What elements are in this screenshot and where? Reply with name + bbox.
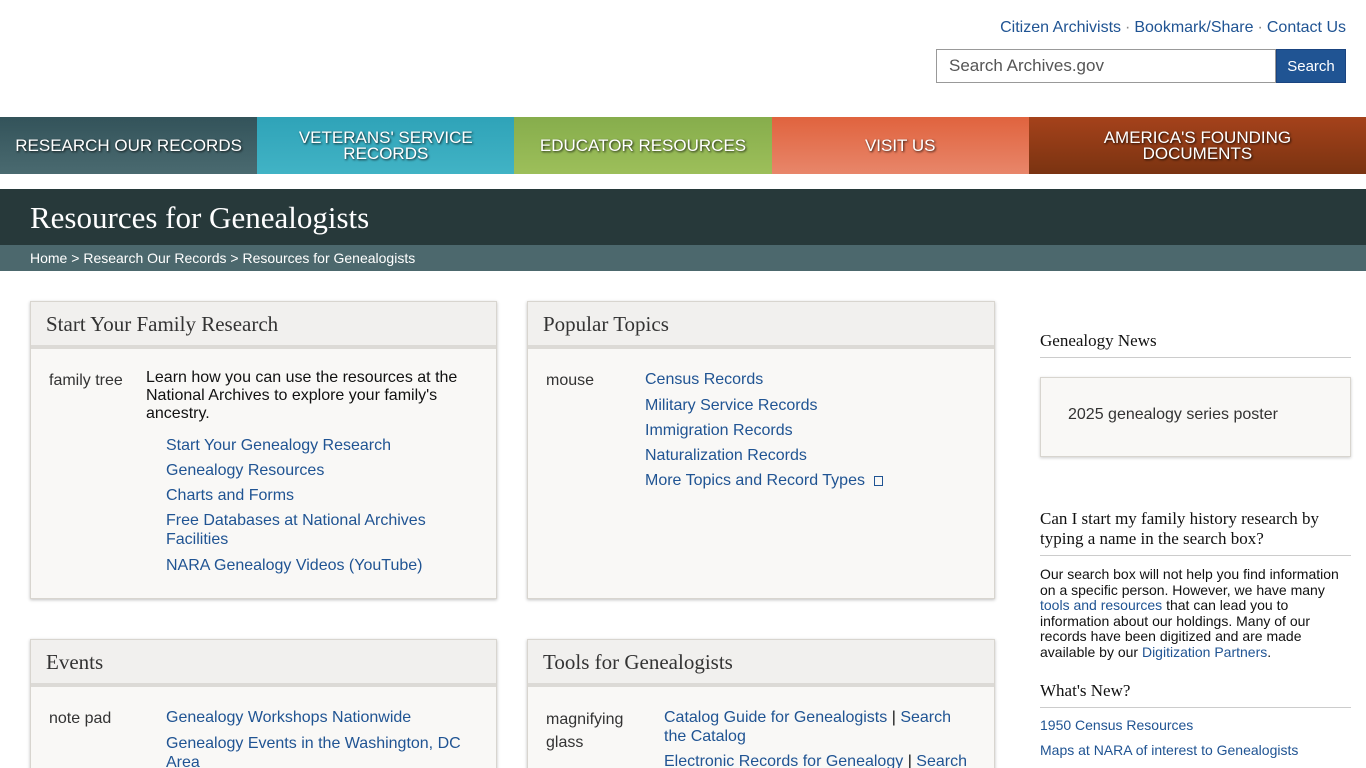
events-panel: Events note pad Genealogy Workshops Nati… (30, 639, 497, 768)
census-records-link[interactable]: Census Records (645, 370, 763, 389)
faq-text-part: Our search box will not help you find in… (1040, 566, 1339, 598)
faq-text-part: . (1267, 643, 1272, 660)
catalog-guide-link[interactable]: Catalog Guide for Genealogists (664, 709, 887, 726)
family-research-panel: Start Your Family Research family tree L… (30, 301, 497, 599)
family-tree-image: family tree (49, 372, 123, 389)
breadcrumb-current: Resources for Genealogists (242, 250, 416, 266)
genealogy-resources-link[interactable]: Genealogy Resources (166, 461, 324, 480)
more-topics-label: More Topics and Record Types (645, 472, 865, 489)
pipe-separator: | (891, 709, 896, 726)
utility-separator: · (1257, 19, 1263, 36)
site-search: Search (936, 49, 1346, 83)
page-title: Resources for Genealogists (30, 200, 370, 235)
breadcrumb: Home > Research Our Records > Resources … (0, 245, 1366, 271)
poster-box[interactable]: 2025 genealogy series poster (1040, 377, 1351, 457)
family-intro-text: Learn how you can use the resources at t… (146, 369, 458, 422)
breadcrumb-separator: > (230, 250, 239, 266)
electronic-records-link[interactable]: Electronic Records for Genealogy (664, 753, 903, 768)
breadcrumb-research[interactable]: Research Our Records (83, 250, 226, 266)
magnifying-glass-image: magnifying glass (546, 711, 624, 751)
immigration-records-link[interactable]: Immigration Records (645, 421, 793, 440)
genealogy-news-heading: Genealogy News (1040, 331, 1351, 358)
search-button[interactable]: Search (1276, 49, 1346, 83)
breadcrumb-home[interactable]: Home (30, 250, 67, 266)
maps-at-nara-link[interactable]: Maps at NARA of interest to Genealogists (1040, 742, 1298, 758)
genealogy-poster-image: 2025 genealogy series poster (1068, 406, 1278, 423)
contact-us-link[interactable]: Contact Us (1267, 19, 1346, 36)
genealogy-workshops-link[interactable]: Genealogy Workshops Nationwide (166, 708, 411, 727)
search-link[interactable]: Search (916, 753, 967, 768)
whats-new-heading: What's New? (1040, 681, 1351, 708)
citizen-archivists-link[interactable]: Citizen Archivists (1000, 19, 1121, 36)
bookmark-share-link[interactable]: Bookmark/Share (1134, 19, 1253, 36)
main-nav: RESEARCH OUR RECORDS VETERANS' SERVICE R… (0, 117, 1366, 174)
panel-title: Tools for Genealogists (528, 640, 994, 687)
panel-title: Start Your Family Research (31, 302, 496, 349)
genealogy-events-dc-link[interactable]: Genealogy Events in the Washington, DC A… (166, 734, 476, 768)
panel-title: Popular Topics (528, 302, 994, 349)
census-1950-link[interactable]: 1950 Census Resources (1040, 717, 1193, 733)
faq-section: Can I start my family history research b… (1040, 509, 1351, 556)
charts-forms-link[interactable]: Charts and Forms (166, 486, 294, 505)
military-service-records-link[interactable]: Military Service Records (645, 396, 817, 415)
page-title-bar: Resources for Genealogists (0, 189, 1366, 245)
breadcrumb-separator: > (71, 250, 80, 266)
tools-resources-link[interactable]: tools and resources (1040, 597, 1162, 613)
note-pad-image: note pad (49, 710, 112, 727)
digitization-partners-link[interactable]: Digitization Partners (1142, 644, 1267, 660)
nav-founding-documents[interactable]: AMERICA'S FOUNDING DOCUMENTS (1028, 117, 1366, 174)
panel-title: Events (31, 640, 496, 687)
more-topics-link[interactable]: More Topics and Record Types (645, 471, 884, 490)
external-link-icon (874, 476, 884, 486)
tools-panel: Tools for Genealogists magnifying glass … (527, 639, 995, 768)
popular-topics-panel: Popular Topics mouse Census Records Mili… (527, 301, 995, 599)
utility-links: Citizen Archivists · Bookmark/Share · Contac… (1000, 19, 1346, 37)
nav-veterans-service-records[interactable]: VETERANS' SERVICE RECORDS (257, 117, 515, 174)
genealogy-news-section: Genealogy News (1040, 331, 1351, 358)
faq-heading: Can I start my family history research b… (1040, 509, 1351, 556)
mouse-image: mouse (546, 372, 595, 389)
search-input[interactable] (936, 49, 1276, 83)
naturalization-records-link[interactable]: Naturalization Records (645, 446, 807, 465)
nav-visit-us[interactable]: VISIT US (771, 117, 1029, 174)
free-databases-link[interactable]: Free Databases at National Archives Faci… (166, 511, 456, 549)
nav-research-our-records[interactable]: RESEARCH OUR RECORDS (0, 117, 258, 174)
nara-genealogy-videos-link[interactable]: NARA Genealogy Videos (YouTube) (166, 556, 422, 575)
whats-new-section: What's New? (1040, 681, 1351, 708)
start-genealogy-research-link[interactable]: Start Your Genealogy Research (166, 436, 391, 455)
utility-separator: · (1125, 19, 1131, 36)
pipe-separator: | (907, 753, 912, 768)
faq-text: Our search box will not help you find in… (1040, 566, 1351, 660)
nav-educator-resources[interactable]: EDUCATOR RESOURCES (514, 117, 772, 174)
